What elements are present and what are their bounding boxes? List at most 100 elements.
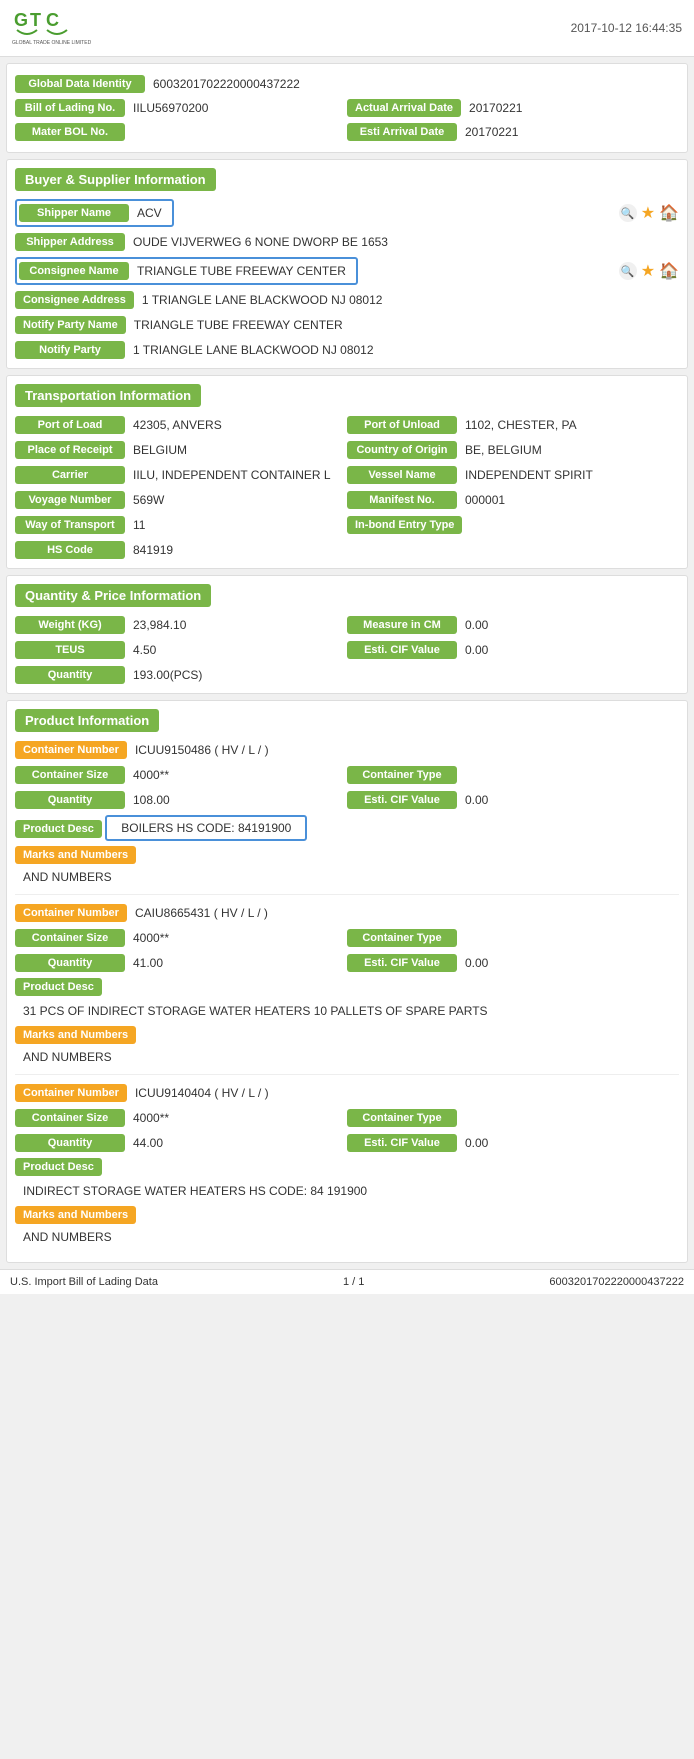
transportation-section: Transportation Information Port of Load … (6, 375, 688, 569)
global-data-identity-value: 60032017022200004​37222 (145, 74, 308, 94)
consignee-search-icon[interactable]: 🔍 (619, 262, 637, 280)
container-type-label-2: Container Type (347, 1109, 457, 1127)
shipper-icons: 🔍 ★ 🏠 (619, 203, 679, 223)
mater-esti-row: Mater BOL No. Esti Arrival Date 20170221 (15, 122, 679, 142)
footer-right-id: 60032017022200004​37222 (549, 1276, 684, 1288)
logo-area: G T C GLOBAL TRADE ONLINE LIMITED (12, 8, 92, 48)
page-wrapper: G T C GLOBAL TRADE ONLINE LIMITED 2017-1… (0, 0, 694, 1294)
quantity-label-1: Quantity (15, 954, 125, 972)
container-number-row-1: Container Number CAIU8665431 ( HV / L / … (15, 903, 679, 923)
quantity-value-2: 44.00 (125, 1133, 347, 1153)
voyage-number-group: Voyage Number 569W (15, 490, 347, 510)
consignee-address-row: Consignee Address 1 TRIANGLE LANE BLACKW… (15, 290, 679, 310)
way-of-transport-group: Way of Transport 11 (15, 515, 347, 535)
shipper-address-row: Shipper Address OUDE VIJVERWEG 6 NONE DW… (15, 232, 679, 252)
container-number-label-2: Container Number (15, 1084, 127, 1102)
container-number-row-0: Container Number ICUU9150486 ( HV / L / … (15, 740, 679, 760)
place-of-receipt-group: Place of Receipt BELGIUM (15, 440, 347, 460)
shipper-address-value: OUDE VIJVERWEG 6 NONE DWORP BE 1653 (125, 232, 679, 252)
teus-group: TEUS 4.50 (15, 640, 347, 660)
consignee-name-value: TRIANGLE TUBE FREEWAY CENTER (129, 261, 354, 281)
esti-cif-value-2: 0.00 (457, 1133, 679, 1153)
notify-party-name-label: Notify Party Name (15, 316, 126, 334)
product-desc-area-0: Product Desc BOILERS HS CODE: 84191900 (15, 815, 679, 842)
bill-of-lading-group: Bill of Lading No. IILU56970200 (15, 98, 347, 118)
transportation-title: Transportation Information (15, 384, 201, 407)
quantity-price-section: Quantity & Price Information Weight (KG)… (6, 575, 688, 694)
esti-cif-value-1: 0.00 (457, 953, 679, 973)
shipper-name-highlight: Shipper Name ACV (15, 199, 174, 227)
shipper-name-label: Shipper Name (19, 204, 129, 222)
container-type-group-0: Container Type (347, 766, 679, 784)
mater-bol-label: Mater BOL No. (15, 123, 125, 141)
svg-text:GLOBAL TRADE ONLINE LIMITED: GLOBAL TRADE ONLINE LIMITED (12, 40, 92, 46)
esti-cif-value-0: 0.00 (457, 790, 679, 810)
actual-arrival-date-label: Actual Arrival Date (347, 99, 461, 117)
product-info-section: Product Information Container Number ICU… (6, 700, 688, 1263)
vessel-name-value: INDEPENDENT SPIRIT (457, 465, 679, 485)
country-of-origin-group: Country of Origin BE, BELGIUM (347, 440, 679, 460)
product-desc-value-0: BOILERS HS CODE: 84191900 (113, 819, 299, 837)
quantity-label: Quantity (15, 666, 125, 684)
container-type-label-0: Container Type (347, 766, 457, 784)
marks-area-1: Marks and Numbers AND NUMBERS (15, 1026, 679, 1066)
consignee-address-label: Consignee Address (15, 291, 134, 309)
container-size-value-2: 4000** (125, 1108, 347, 1128)
esti-cif-label-2: Esti. CIF Value (347, 1134, 457, 1152)
shipper-star-icon[interactable]: ★ (641, 203, 655, 223)
header: G T C GLOBAL TRADE ONLINE LIMITED 2017-1… (0, 0, 694, 57)
header-datetime: 2017-10-12 16:44:35 (571, 21, 682, 35)
global-data-identity-row: Global Data Identity 60032017022200004​3… (15, 70, 679, 98)
carrier-vessel-row: Carrier IILU, INDEPENDENT CONTAINER L Ve… (15, 465, 679, 485)
country-of-origin-label: Country of Origin (347, 441, 457, 459)
container-number-label-0: Container Number (15, 741, 127, 759)
vessel-name-group: Vessel Name INDEPENDENT SPIRIT (347, 465, 679, 485)
voyage-number-value: 569W (125, 490, 347, 510)
product-desc-highlighted-0: BOILERS HS CODE: 84191900 (105, 815, 307, 841)
consignee-home-icon[interactable]: 🏠 (659, 261, 679, 281)
actual-arrival-group: Actual Arrival Date 20170221 (347, 98, 679, 118)
marks-area-2: Marks and Numbers AND NUMBERS (15, 1206, 679, 1246)
product-info-title: Product Information (15, 709, 159, 732)
notify-party-label: Notify Party (15, 341, 125, 359)
consignee-icons: 🔍 ★ 🏠 (619, 261, 679, 281)
container-item-0: Container Number ICUU9150486 ( HV / L / … (15, 740, 679, 895)
svg-text:C: C (46, 10, 59, 30)
marks-label-2: Marks and Numbers (15, 1206, 136, 1224)
esti-cif-label-0: Esti. CIF Value (347, 791, 457, 809)
container-size-group-0: Container Size 4000** (15, 765, 347, 785)
carrier-group: Carrier IILU, INDEPENDENT CONTAINER L (15, 465, 347, 485)
footer-left-label: U.S. Import Bill of Lading Data (10, 1276, 158, 1288)
esti-cif-label-1: Esti. CIF Value (347, 954, 457, 972)
port-of-unload-group: Port of Unload 1102, CHESTER, PA (347, 415, 679, 435)
voyage-number-label: Voyage Number (15, 491, 125, 509)
shipper-home-icon[interactable]: 🏠 (659, 203, 679, 223)
port-row: Port of Load 42305, ANVERS Port of Unloa… (15, 415, 679, 435)
container-size-type-row-2: Container Size 4000** Container Type (15, 1108, 679, 1128)
weight-kg-value: 23,984.10 (125, 615, 347, 635)
quantity-row: Quantity 193.00(PCS) (15, 665, 679, 685)
place-of-receipt-label: Place of Receipt (15, 441, 125, 459)
svg-text:T: T (30, 10, 41, 30)
weight-kg-label: Weight (KG) (15, 616, 125, 634)
container-item-1: Container Number CAIU8665431 ( HV / L / … (15, 903, 679, 1075)
measure-in-cm-value: 0.00 (457, 615, 679, 635)
buyer-supplier-title: Buyer & Supplier Information (15, 168, 216, 191)
quantity-value-0: 108.00 (125, 790, 347, 810)
shipper-address-label: Shipper Address (15, 233, 125, 251)
in-bond-entry-type-value (462, 522, 679, 528)
consignee-star-icon[interactable]: ★ (641, 261, 655, 281)
voyage-manifest-row: Voyage Number 569W Manifest No. 000001 (15, 490, 679, 510)
shipper-search-icon[interactable]: 🔍 (619, 204, 637, 222)
bill-of-lading-label: Bill of Lading No. (15, 99, 125, 117)
quantity-group-2: Quantity 44.00 (15, 1133, 347, 1153)
container-size-value-1: 4000** (125, 928, 347, 948)
notify-party-name-value: TRIANGLE TUBE FREEWAY CENTER (126, 315, 679, 335)
product-desc-value-2: INDIRECT STORAGE WATER HEATERS HS CODE: … (15, 1180, 679, 1202)
manifest-no-value: 000001 (457, 490, 679, 510)
hs-code-value: 841919 (125, 540, 679, 560)
esti-cif-group-1: Esti. CIF Value 0.00 (347, 953, 679, 973)
container-number-value-1: CAIU8665431 ( HV / L / ) (127, 903, 679, 923)
product-desc-area-2: Product Desc INDIRECT STORAGE WATER HEAT… (15, 1158, 679, 1202)
container-type-value-2 (457, 1115, 679, 1121)
